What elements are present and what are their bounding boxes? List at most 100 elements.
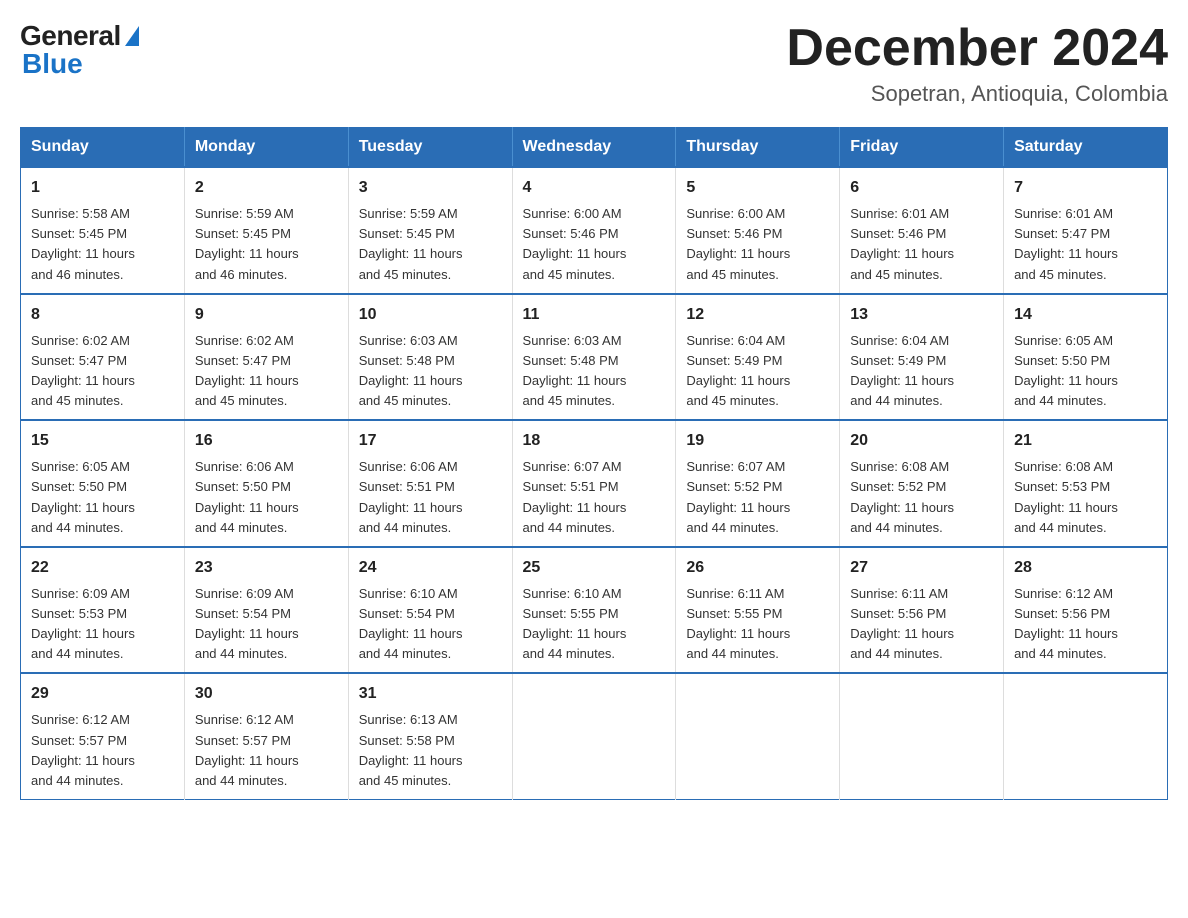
day-number: 15: [31, 429, 174, 453]
day-number: 28: [1014, 556, 1157, 580]
day-info: Sunrise: 6:02 AMSunset: 5:47 PMDaylight:…: [31, 333, 135, 408]
calendar-cell: 6 Sunrise: 6:01 AMSunset: 5:46 PMDayligh…: [840, 167, 1004, 294]
day-info: Sunrise: 6:09 AMSunset: 5:53 PMDaylight:…: [31, 586, 135, 661]
calendar-cell: 20 Sunrise: 6:08 AMSunset: 5:52 PMDaylig…: [840, 420, 1004, 547]
day-number: 13: [850, 303, 993, 327]
calendar-cell: 25 Sunrise: 6:10 AMSunset: 5:55 PMDaylig…: [512, 547, 676, 674]
day-number: 8: [31, 303, 174, 327]
day-info: Sunrise: 6:04 AMSunset: 5:49 PMDaylight:…: [850, 333, 954, 408]
day-info: Sunrise: 5:59 AMSunset: 5:45 PMDaylight:…: [195, 206, 299, 281]
week-row-2: 8 Sunrise: 6:02 AMSunset: 5:47 PMDayligh…: [21, 294, 1168, 421]
col-saturday: Saturday: [1004, 128, 1168, 168]
day-info: Sunrise: 6:11 AMSunset: 5:55 PMDaylight:…: [686, 586, 790, 661]
day-info: Sunrise: 6:01 AMSunset: 5:46 PMDaylight:…: [850, 206, 954, 281]
calendar-cell: [1004, 673, 1168, 799]
day-info: Sunrise: 6:13 AMSunset: 5:58 PMDaylight:…: [359, 712, 463, 787]
calendar-cell: 31 Sunrise: 6:13 AMSunset: 5:58 PMDaylig…: [348, 673, 512, 799]
calendar-cell: 15 Sunrise: 6:05 AMSunset: 5:50 PMDaylig…: [21, 420, 185, 547]
calendar-cell: 21 Sunrise: 6:08 AMSunset: 5:53 PMDaylig…: [1004, 420, 1168, 547]
day-info: Sunrise: 5:58 AMSunset: 5:45 PMDaylight:…: [31, 206, 135, 281]
day-info: Sunrise: 6:06 AMSunset: 5:50 PMDaylight:…: [195, 459, 299, 534]
day-number: 26: [686, 556, 829, 580]
day-number: 12: [686, 303, 829, 327]
calendar-cell: 5 Sunrise: 6:00 AMSunset: 5:46 PMDayligh…: [676, 167, 840, 294]
col-wednesday: Wednesday: [512, 128, 676, 168]
day-info: Sunrise: 6:09 AMSunset: 5:54 PMDaylight:…: [195, 586, 299, 661]
day-info: Sunrise: 6:12 AMSunset: 5:57 PMDaylight:…: [195, 712, 299, 787]
calendar-cell: 2 Sunrise: 5:59 AMSunset: 5:45 PMDayligh…: [184, 167, 348, 294]
week-row-3: 15 Sunrise: 6:05 AMSunset: 5:50 PMDaylig…: [21, 420, 1168, 547]
day-number: 19: [686, 429, 829, 453]
col-tuesday: Tuesday: [348, 128, 512, 168]
day-number: 30: [195, 682, 338, 706]
title-section: December 2024 Sopetran, Antioquia, Colom…: [786, 20, 1168, 107]
logo-blue-text: Blue: [22, 48, 83, 80]
calendar-cell: 16 Sunrise: 6:06 AMSunset: 5:50 PMDaylig…: [184, 420, 348, 547]
calendar-cell: 1 Sunrise: 5:58 AMSunset: 5:45 PMDayligh…: [21, 167, 185, 294]
logo: General Blue: [20, 20, 139, 80]
day-number: 27: [850, 556, 993, 580]
calendar-header-row: Sunday Monday Tuesday Wednesday Thursday…: [21, 128, 1168, 168]
col-friday: Friday: [840, 128, 1004, 168]
calendar-cell: 12 Sunrise: 6:04 AMSunset: 5:49 PMDaylig…: [676, 294, 840, 421]
day-number: 11: [523, 303, 666, 327]
calendar-cell: [840, 673, 1004, 799]
day-number: 29: [31, 682, 174, 706]
calendar-cell: 29 Sunrise: 6:12 AMSunset: 5:57 PMDaylig…: [21, 673, 185, 799]
calendar-cell: 27 Sunrise: 6:11 AMSunset: 5:56 PMDaylig…: [840, 547, 1004, 674]
calendar-cell: 30 Sunrise: 6:12 AMSunset: 5:57 PMDaylig…: [184, 673, 348, 799]
calendar-cell: [512, 673, 676, 799]
day-info: Sunrise: 6:06 AMSunset: 5:51 PMDaylight:…: [359, 459, 463, 534]
calendar-cell: 13 Sunrise: 6:04 AMSunset: 5:49 PMDaylig…: [840, 294, 1004, 421]
day-info: Sunrise: 6:10 AMSunset: 5:54 PMDaylight:…: [359, 586, 463, 661]
calendar-cell: 3 Sunrise: 5:59 AMSunset: 5:45 PMDayligh…: [348, 167, 512, 294]
day-number: 25: [523, 556, 666, 580]
day-info: Sunrise: 6:10 AMSunset: 5:55 PMDaylight:…: [523, 586, 627, 661]
col-sunday: Sunday: [21, 128, 185, 168]
day-number: 18: [523, 429, 666, 453]
day-number: 23: [195, 556, 338, 580]
location-subtitle: Sopetran, Antioquia, Colombia: [786, 81, 1168, 107]
day-info: Sunrise: 6:05 AMSunset: 5:50 PMDaylight:…: [1014, 333, 1118, 408]
month-title: December 2024: [786, 20, 1168, 77]
day-number: 20: [850, 429, 993, 453]
day-number: 7: [1014, 176, 1157, 200]
day-number: 3: [359, 176, 502, 200]
day-info: Sunrise: 6:08 AMSunset: 5:52 PMDaylight:…: [850, 459, 954, 534]
calendar-cell: 4 Sunrise: 6:00 AMSunset: 5:46 PMDayligh…: [512, 167, 676, 294]
calendar-cell: 22 Sunrise: 6:09 AMSunset: 5:53 PMDaylig…: [21, 547, 185, 674]
calendar-cell: 10 Sunrise: 6:03 AMSunset: 5:48 PMDaylig…: [348, 294, 512, 421]
day-info: Sunrise: 6:03 AMSunset: 5:48 PMDaylight:…: [523, 333, 627, 408]
day-info: Sunrise: 6:02 AMSunset: 5:47 PMDaylight:…: [195, 333, 299, 408]
day-number: 5: [686, 176, 829, 200]
day-info: Sunrise: 6:07 AMSunset: 5:52 PMDaylight:…: [686, 459, 790, 534]
day-info: Sunrise: 6:04 AMSunset: 5:49 PMDaylight:…: [686, 333, 790, 408]
day-info: Sunrise: 6:00 AMSunset: 5:46 PMDaylight:…: [686, 206, 790, 281]
calendar-cell: 23 Sunrise: 6:09 AMSunset: 5:54 PMDaylig…: [184, 547, 348, 674]
day-number: 16: [195, 429, 338, 453]
day-info: Sunrise: 6:08 AMSunset: 5:53 PMDaylight:…: [1014, 459, 1118, 534]
week-row-1: 1 Sunrise: 5:58 AMSunset: 5:45 PMDayligh…: [21, 167, 1168, 294]
day-number: 31: [359, 682, 502, 706]
week-row-4: 22 Sunrise: 6:09 AMSunset: 5:53 PMDaylig…: [21, 547, 1168, 674]
day-number: 24: [359, 556, 502, 580]
calendar-cell: 28 Sunrise: 6:12 AMSunset: 5:56 PMDaylig…: [1004, 547, 1168, 674]
calendar-cell: 9 Sunrise: 6:02 AMSunset: 5:47 PMDayligh…: [184, 294, 348, 421]
day-info: Sunrise: 6:05 AMSunset: 5:50 PMDaylight:…: [31, 459, 135, 534]
day-info: Sunrise: 6:12 AMSunset: 5:57 PMDaylight:…: [31, 712, 135, 787]
calendar-cell: 7 Sunrise: 6:01 AMSunset: 5:47 PMDayligh…: [1004, 167, 1168, 294]
day-number: 17: [359, 429, 502, 453]
calendar-cell: 18 Sunrise: 6:07 AMSunset: 5:51 PMDaylig…: [512, 420, 676, 547]
week-row-5: 29 Sunrise: 6:12 AMSunset: 5:57 PMDaylig…: [21, 673, 1168, 799]
day-info: Sunrise: 6:07 AMSunset: 5:51 PMDaylight:…: [523, 459, 627, 534]
calendar-cell: 26 Sunrise: 6:11 AMSunset: 5:55 PMDaylig…: [676, 547, 840, 674]
day-number: 14: [1014, 303, 1157, 327]
day-number: 10: [359, 303, 502, 327]
col-monday: Monday: [184, 128, 348, 168]
day-number: 21: [1014, 429, 1157, 453]
day-number: 9: [195, 303, 338, 327]
calendar-cell: 17 Sunrise: 6:06 AMSunset: 5:51 PMDaylig…: [348, 420, 512, 547]
page-header: General Blue December 2024 Sopetran, Ant…: [20, 20, 1168, 107]
calendar-cell: 8 Sunrise: 6:02 AMSunset: 5:47 PMDayligh…: [21, 294, 185, 421]
calendar-table: Sunday Monday Tuesday Wednesday Thursday…: [20, 127, 1168, 800]
